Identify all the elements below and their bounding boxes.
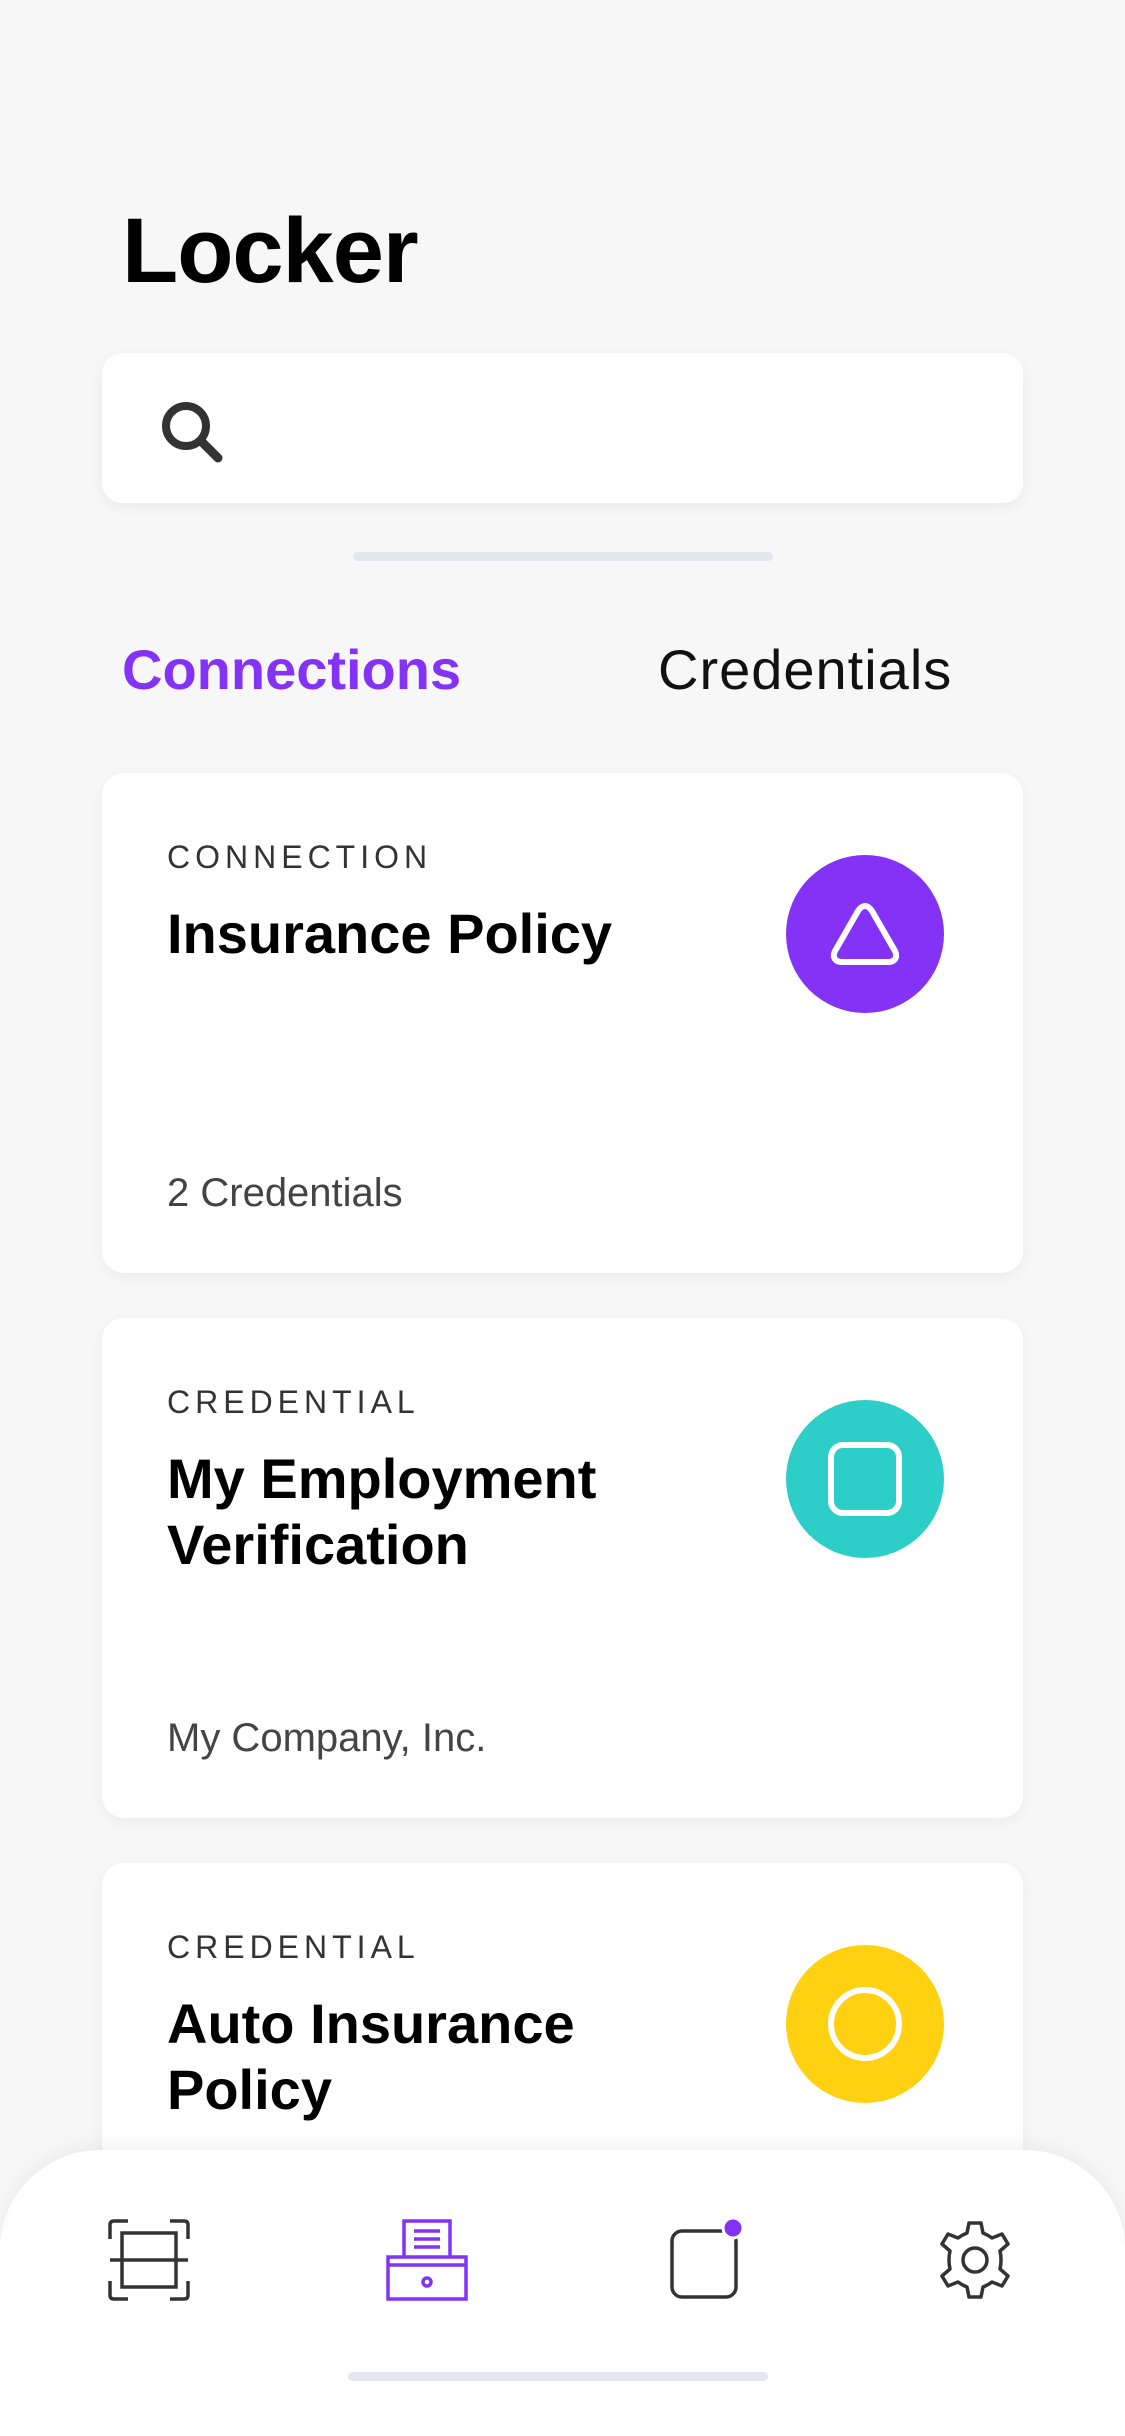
card-badge	[786, 855, 944, 1013]
card-kind-label: CREDENTIAL	[167, 1384, 420, 1420]
square-icon	[828, 1442, 902, 1516]
card-badge	[786, 1400, 944, 1558]
card-subtitle: 2 Credentials	[167, 1171, 403, 1215]
nav-locker-button[interactable]	[382, 2215, 472, 2305]
scan-icon	[108, 2219, 190, 2301]
locker-icon	[386, 2219, 468, 2301]
notification-icon	[670, 2216, 745, 2299]
connection-card[interactable]: CONNECTION Insurance Policy 2 Credential…	[102, 773, 1023, 1273]
card-title: Auto Insurance Policy	[167, 1992, 575, 2121]
card-kind-label: CONNECTION	[167, 839, 433, 875]
card-kind-label: CREDENTIAL	[167, 1929, 420, 1965]
credential-card[interactable]: CREDENTIAL My Employment Verification My…	[102, 1318, 1023, 1818]
circle-icon	[828, 1987, 902, 2061]
card-title: Insurance Policy	[167, 902, 613, 965]
nav-scan-button[interactable]	[104, 2215, 194, 2305]
card-title: My Employment Verification	[167, 1447, 597, 1576]
search-icon	[162, 402, 223, 463]
drag-handle[interactable]	[353, 552, 773, 561]
nav-notifications-button[interactable]	[660, 2215, 750, 2305]
triangle-icon	[830, 903, 900, 965]
tab-connections[interactable]: Connections	[122, 630, 461, 710]
locker-screen: Locker Connections Credentials CONNECTIO…	[0, 0, 1125, 2436]
card-subtitle: My Company, Inc.	[167, 1716, 487, 1760]
page-title: Locker	[122, 200, 419, 302]
gear-icon	[940, 2221, 1010, 2299]
card-badge	[786, 1945, 944, 2103]
search-bar[interactable]	[102, 353, 1023, 503]
tab-credentials[interactable]: Credentials	[658, 630, 952, 710]
notification-badge	[721, 2216, 745, 2240]
nav-settings-button[interactable]	[930, 2215, 1020, 2305]
search-input[interactable]	[252, 383, 992, 473]
home-indicator	[348, 2372, 768, 2381]
bottom-tab-bar	[0, 2150, 1125, 2436]
